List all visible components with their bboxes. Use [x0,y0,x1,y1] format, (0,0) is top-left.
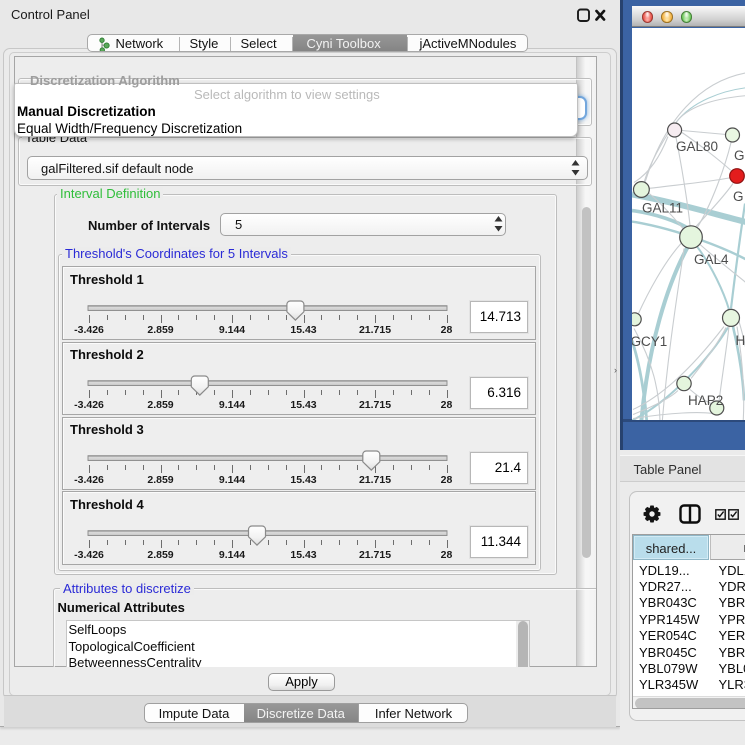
svg-text:GAL11: GAL11 [642,200,683,215]
svg-text:H: H [735,333,745,348]
svg-text:GCY1: GCY1 [632,334,667,349]
svg-text:HAP2: HAP2 [688,393,723,408]
svg-text:GAL4: GAL4 [694,252,729,267]
svg-text:GAL80: GAL80 [676,139,718,154]
svg-text:G: G [733,189,744,204]
svg-text:G: G [734,148,745,163]
